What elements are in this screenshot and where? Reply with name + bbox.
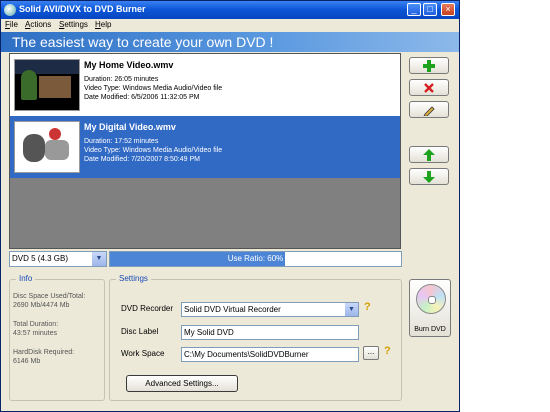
video-item-home[interactable]: My Home Video.wmv Duration: 26:05 minute… [10,54,400,116]
dvd-disc-icon [416,284,446,314]
chevron-down-icon[interactable]: ▼ [345,303,358,316]
chevron-down-icon[interactable]: ▼ [92,252,106,266]
info-legend: Info [16,274,36,283]
total-duration-label: Total Duration: [13,321,59,328]
minimize-button[interactable]: _ [407,3,421,16]
dvd-type-select[interactable]: DVD 5 (4.3 GB) ▼ [9,251,107,267]
dvd-recorder-label: DVD Recorder [121,304,174,313]
arrow-up-icon [423,149,435,161]
help-icon[interactable]: ? [364,301,371,313]
app-icon [4,4,16,16]
video-name: My Home Video.wmv [84,60,174,70]
video-duration: Duration: 26:05 minutes [84,76,159,83]
arrow-down-icon [423,171,435,183]
settings-legend: Settings [116,274,151,283]
help-icon[interactable]: ? [384,345,391,357]
harddisk-value: 6146 Mb [13,358,41,365]
total-duration-value: 43:57 minutes [13,330,57,337]
video-list[interactable]: My Home Video.wmv Duration: 26:05 minute… [9,53,401,249]
use-ratio-label: Use Ratio: 60% [227,254,284,263]
harddisk-label: HardDisk Required: [13,349,75,356]
move-down-button[interactable] [409,168,449,185]
video-item-digital[interactable]: My Digital Video.wmv Duration: 17:52 min… [10,116,400,178]
app-window: Solid AVI/DIVX to DVD Burner _ □ × File … [0,0,460,412]
dvd-recorder-value: Solid DVD Virtual Recorder [184,305,281,314]
video-type: Video Type: Windows Media Audio/Video fi… [84,85,223,92]
burn-dvd-label: Burn DVD [414,326,446,333]
use-ratio-bar: Use Ratio: 60% [109,251,402,267]
burn-dvd-button[interactable]: Burn DVD [409,279,451,337]
video-thumbnail [14,59,80,111]
video-type: Video Type: Windows Media Audio/Video fi… [84,147,223,154]
add-video-button[interactable] [409,57,449,74]
video-duration: Duration: 17:52 minutes [84,138,159,145]
menu-bar: File Actions Settings Help [1,19,459,32]
banner-title: The easiest way to create your own DVD ! [1,32,459,52]
disk-space-value: 2690 Mb/4474 Mb [13,302,70,309]
video-date: Date Modified: 6/5/2006 11:32:05 PM [84,94,200,101]
advanced-settings-button[interactable]: Advanced Settings... [126,375,238,392]
disc-label-label: Disc Label [121,327,159,336]
browse-button[interactable]: ... [363,346,379,360]
video-thumbnail [14,121,80,173]
window-title: Solid AVI/DIVX to DVD Burner [19,4,146,14]
video-date: Date Modified: 7/20/2007 8:50:49 PM [84,156,200,163]
disc-label-field[interactable]: My Solid DVD [181,325,359,340]
remove-icon [424,83,434,93]
menu-actions[interactable]: Actions [25,20,51,29]
pencil-icon [423,106,435,116]
dvd-recorder-select[interactable]: Solid DVD Virtual Recorder ▼ [181,302,359,317]
remove-video-button[interactable] [409,79,449,96]
move-up-button[interactable] [409,146,449,163]
dvd-type-value: DVD 5 (4.3 GB) [12,254,69,263]
workspace-label: Work Space [121,349,165,358]
video-name: My Digital Video.wmv [84,122,176,132]
menu-help[interactable]: Help [95,20,111,29]
disk-space-label: Disc Space Used/Total: [13,293,86,300]
close-button[interactable]: × [441,3,455,16]
add-icon [423,60,435,72]
title-bar[interactable]: Solid AVI/DIVX to DVD Burner _ □ × [1,1,459,19]
maximize-button[interactable]: □ [423,3,437,16]
menu-file[interactable]: File [5,20,18,29]
edit-video-button[interactable] [409,101,449,118]
workspace-field[interactable]: C:\My Documents\SolidDVDBurner [181,347,359,362]
menu-settings[interactable]: Settings [59,20,88,29]
